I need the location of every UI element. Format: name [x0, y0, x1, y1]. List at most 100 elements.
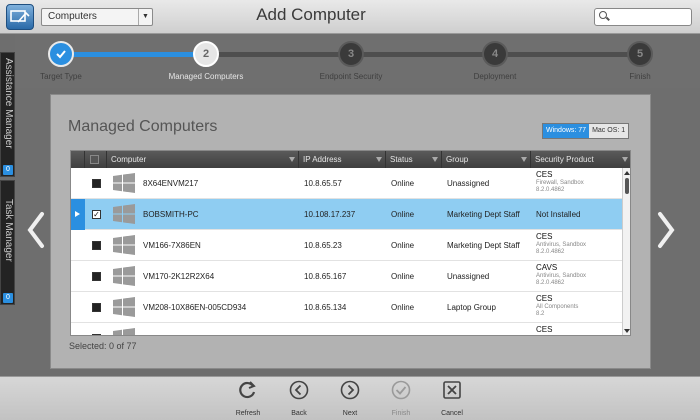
step-1-label: Target Type — [40, 72, 82, 81]
os-windows-button[interactable]: Windows: 77 — [543, 124, 590, 138]
cell-ip: 10.8.65.57 — [304, 179, 342, 188]
security-product-name: CES — [536, 294, 553, 303]
cell-status: Online — [391, 210, 415, 219]
filter-icon[interactable] — [622, 157, 628, 162]
finish-button[interactable]: Finish — [381, 380, 421, 417]
column-header-status[interactable]: Status — [386, 151, 442, 168]
header-select-col — [85, 151, 107, 168]
filter-icon[interactable] — [521, 157, 527, 162]
table-header: Computer IP Address Status Group Securit… — [71, 151, 630, 168]
row-pointer — [71, 261, 85, 292]
filter-icon[interactable] — [432, 157, 438, 162]
cell-status: Online — [391, 179, 415, 188]
cell-group: Laptop Group — [447, 303, 496, 312]
windows-icon — [113, 235, 135, 257]
row-checkbox[interactable] — [92, 241, 101, 250]
search-icon — [599, 11, 607, 19]
scroll-thumb[interactable] — [625, 178, 629, 194]
windows-icon — [113, 328, 135, 335]
select-all-checkbox[interactable] — [90, 155, 99, 164]
panel-title: Managed Computers — [68, 118, 218, 135]
table-row[interactable]: 8X64ENVM217 10.8.65.57 Online Unassigned CES… — [71, 168, 622, 199]
row-checkbox[interactable] — [92, 179, 101, 188]
row-checkbox[interactable] — [92, 334, 101, 335]
computers-table: Computer IP Address Status Group Securit… — [70, 150, 631, 336]
step-2-circle: 2 — [193, 41, 219, 67]
next-arrow-icon — [340, 380, 360, 400]
assistance-manager-tab[interactable]: Assistance Manager 0 — [0, 52, 15, 177]
finish-check-icon — [391, 380, 411, 400]
cell-ip: 10.8.65.134 — [304, 303, 347, 312]
refresh-label: Refresh — [235, 410, 261, 417]
step-4-label: Deployment — [473, 72, 517, 81]
table-row[interactable]: VM208-10X86EN-005CD934 10.8.65.134 Online L… — [71, 292, 622, 323]
row-pointer — [71, 168, 85, 199]
wizard-track-fill — [62, 52, 207, 57]
column-header-ip[interactable]: IP Address — [299, 151, 386, 168]
row-checkbox[interactable]: ✓ — [92, 210, 101, 219]
cell-security-product: CES Firewall, Sandbox 8.2.0.4862 — [536, 170, 584, 194]
next-button[interactable]: Next — [330, 380, 370, 417]
filter-icon[interactable] — [376, 157, 382, 162]
windows-icon — [113, 204, 135, 226]
cell-security-product: CES — [536, 325, 552, 335]
row-checkbox[interactable] — [92, 303, 101, 312]
assistance-manager-label: Assistance Manager — [3, 58, 14, 149]
task-manager-label: Task Manager — [3, 199, 14, 262]
cell-computer: VM208-10X86EN-005CD934 — [143, 303, 247, 312]
cell-ip: 10.108.17.237 — [304, 210, 356, 219]
row-checkbox[interactable] — [92, 272, 101, 281]
column-header-group[interactable]: Group — [442, 151, 531, 168]
row-pointer — [71, 323, 85, 335]
column-header-security-product[interactable]: Security Product — [531, 151, 630, 168]
security-product-components: Antivirus, Sandbox — [536, 273, 587, 279]
security-product-version: 8.2.0.4862 — [536, 280, 565, 286]
row-pointer — [71, 292, 85, 323]
scroll-up-icon[interactable] — [624, 171, 630, 175]
refresh-button[interactable]: Refresh — [228, 380, 268, 417]
cancel-x-icon — [443, 381, 461, 399]
selection-count: Selected: 0 of 77 — [69, 341, 137, 351]
cell-security-product: CES Antivirus, Sandbox 8.2.0.4862 — [536, 232, 586, 256]
table-row[interactable]: CES — [71, 323, 622, 335]
step-1-circle — [48, 41, 74, 67]
cell-security-product: Not Installed — [536, 210, 581, 219]
cancel-button[interactable]: Cancel — [432, 380, 472, 417]
security-product-name: CES — [536, 170, 553, 179]
step-2-label: Managed Computers — [168, 72, 244, 81]
assistance-manager-badge: 0 — [3, 165, 13, 175]
step-3-circle: 3 — [338, 41, 364, 67]
filter-icon[interactable] — [289, 157, 295, 162]
step-3-label: Endpoint Security — [319, 72, 383, 81]
security-product-name: CES — [536, 232, 553, 241]
security-product-name: CES — [536, 325, 553, 334]
chevron-left-icon[interactable] — [24, 210, 48, 250]
cell-status: Online — [391, 303, 415, 312]
cell-computer: 8X64ENVM217 — [143, 179, 199, 188]
os-mac-button[interactable]: Mac OS: 1 — [589, 124, 629, 138]
search-input[interactable] — [594, 8, 692, 26]
cell-computer: BOBSMITH-PC — [143, 210, 199, 219]
step-5-circle: 5 — [627, 41, 653, 67]
header-pointer-col — [71, 151, 85, 168]
table-row[interactable]: ✓ BOBSMITH-PC 10.108.17.237 Online Marketing… — [71, 199, 622, 230]
table-row[interactable]: VM166-7X86EN 10.8.65.23 Online Marketing De… — [71, 230, 622, 261]
security-product-version: 8.2.0.4862 — [536, 187, 565, 193]
cell-security-product: CAVS Antivirus, Sandbox 8.2.0.4862 — [536, 263, 586, 287]
chevron-right-icon[interactable] — [654, 210, 678, 250]
scroll-down-icon[interactable] — [624, 329, 630, 333]
back-arrow-icon — [289, 380, 309, 400]
windows-icon — [113, 173, 135, 195]
column-header-computer[interactable]: Computer — [107, 151, 299, 168]
cell-group: Marketing Dept Staff — [447, 241, 520, 250]
cell-status: Online — [391, 241, 415, 250]
cell-computer: VM170-2K12R2X64 — [143, 272, 215, 281]
task-manager-tab[interactable]: Task Manager 0 — [0, 180, 15, 305]
os-filter-toggle[interactable]: Windows: 77 Mac OS: 1 — [542, 123, 630, 139]
table-scrollbar[interactable] — [622, 168, 630, 335]
security-product-version: 8.2 — [536, 311, 545, 317]
next-label: Next — [342, 410, 358, 417]
table-row[interactable]: VM170-2K12R2X64 10.8.65.167 Online Unassign… — [71, 261, 622, 292]
cell-ip: 10.8.65.167 — [304, 272, 347, 281]
back-button[interactable]: Back — [279, 380, 319, 417]
